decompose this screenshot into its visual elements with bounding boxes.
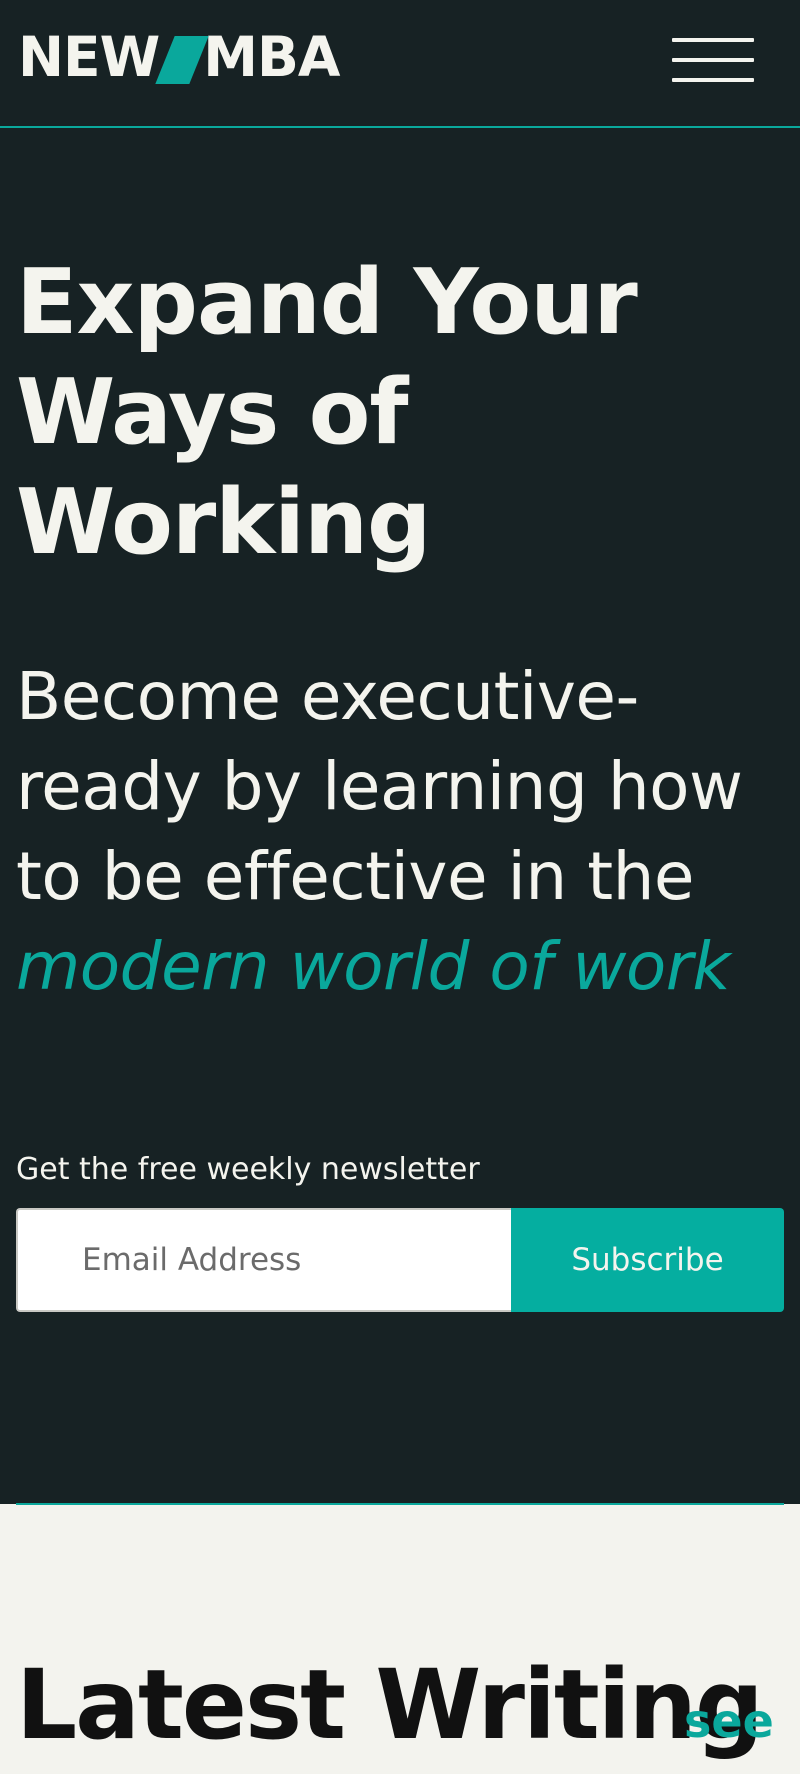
latest-writing-section: Latest Writing see (0, 1505, 800, 1774)
email-field[interactable] (16, 1208, 511, 1312)
hero-subtitle-text: Become executive-ready by learning how t… (16, 658, 743, 915)
hero-subtitle: Become executive-ready by learning how t… (16, 652, 786, 1012)
logo-text-right: MBA (203, 25, 340, 89)
hero-section: Expand Your Ways of Working Become execu… (0, 128, 800, 1504)
logo-text-left: NEW (18, 25, 160, 89)
hero-subtitle-accent: modern world of work (16, 928, 731, 1005)
hamburger-menu-icon[interactable] (672, 36, 754, 84)
logo-slash-mark (155, 36, 209, 84)
newsletter-label: Get the free weekly newsletter (16, 1152, 480, 1187)
menu-bar (672, 78, 754, 82)
menu-bar (672, 38, 754, 42)
subscribe-button[interactable]: Subscribe (511, 1208, 784, 1312)
see-all-link[interactable]: see (684, 1691, 774, 1751)
menu-bar (672, 58, 754, 62)
hero-title: Expand Your Ways of Working (16, 250, 638, 575)
newsletter-form: Subscribe (16, 1208, 784, 1312)
site-header: NEW MBA (0, 0, 800, 128)
page: NEW MBA Expand Your Ways of Working Beco… (0, 0, 800, 1774)
latest-writing-heading: Latest Writing (16, 1649, 764, 1761)
site-logo[interactable]: NEW MBA (18, 25, 341, 89)
